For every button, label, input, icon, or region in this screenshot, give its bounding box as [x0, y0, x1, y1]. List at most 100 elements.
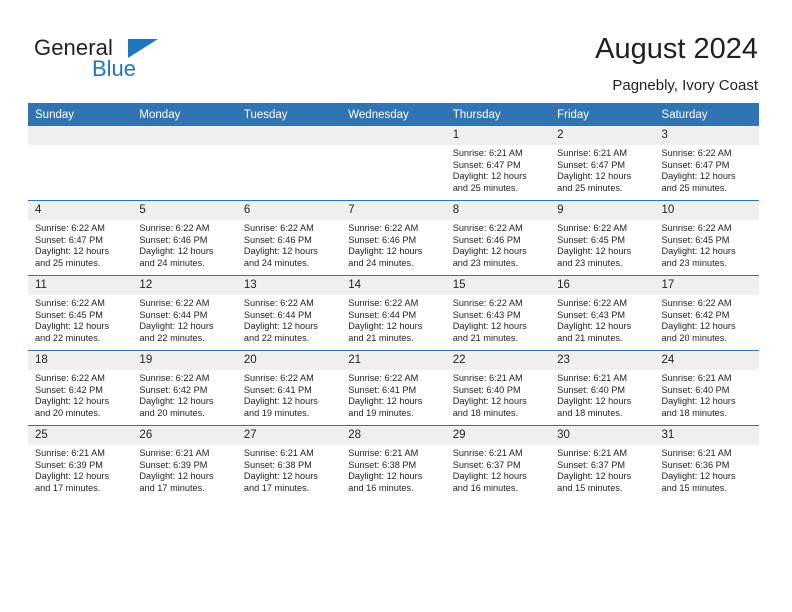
sunset-text: Sunset: 6:40 PM	[661, 384, 730, 395]
calendar-day-cell[interactable]: 26 Sunrise: 6:21 AM Sunset: 6:39 PM Dayligh…	[132, 425, 237, 500]
sunrise-text: Sunrise: 6:22 AM	[661, 298, 732, 308]
sunset-text: Sunset: 6:45 PM	[661, 234, 730, 245]
daylight-text-line1: Daylight: 12 hours	[661, 246, 736, 257]
calendar-day-cell[interactable]: 9 Sunrise: 6:22 AM Sunset: 6:45 PM Daylight…	[550, 200, 655, 276]
sunset-text: Sunset: 6:39 PM	[35, 459, 103, 470]
calendar-day-cell[interactable]: 19 Sunrise: 6:22 AM Sunset: 6:42 PM Dayligh…	[132, 350, 237, 426]
daylight-text-line1: Daylight: 12 hours	[348, 321, 423, 332]
day-sun-details: Sunrise: 6:21 AM Sunset: 6:37 PM Daylight:…	[550, 445, 654, 494]
calendar-day-cell[interactable]: 21 Sunrise: 6:22 AM Sunset: 6:41 PM Dayligh…	[341, 350, 446, 426]
day-number: 11	[28, 276, 133, 295]
daylight-text-line2: and 23 minutes.	[661, 257, 727, 268]
day-number: 9	[550, 201, 655, 220]
daylight-text-line2: and 20 minutes.	[661, 332, 727, 343]
sunset-text: Sunset: 6:42 PM	[139, 384, 208, 395]
day-sun-details: Sunrise: 6:21 AM Sunset: 6:40 PM Daylight:…	[550, 370, 654, 419]
calendar-day-cell[interactable]: 20 Sunrise: 6:22 AM Sunset: 6:41 PM Dayligh…	[236, 350, 342, 426]
day-number	[132, 126, 237, 145]
daylight-text-line1: Daylight: 12 hours	[139, 321, 214, 332]
calendar-day-cell[interactable]: 23 Sunrise: 6:21 AM Sunset: 6:40 PM Dayligh…	[550, 350, 655, 426]
daylight-text-line1: Daylight: 12 hours	[35, 321, 110, 332]
day-number: 16	[550, 276, 655, 295]
calendar-day-cell[interactable]: 12 Sunrise: 6:22 AM Sunset: 6:44 PM Dayligh…	[132, 275, 237, 351]
calendar-day-cell[interactable]: 4 Sunrise: 6:22 AM Sunset: 6:47 PM Daylight…	[28, 200, 133, 276]
calendar-day-cell[interactable]: 16 Sunrise: 6:22 AM Sunset: 6:43 PM Dayligh…	[550, 275, 655, 351]
calendar-day-cell[interactable]: 31 Sunrise: 6:21 AM Sunset: 6:36 PM Dayligh…	[654, 425, 759, 500]
sunset-text: Sunset: 6:45 PM	[557, 234, 626, 245]
sunset-text: Sunset: 6:43 PM	[452, 309, 521, 320]
day-number: 30	[550, 426, 655, 445]
sunset-text: Sunset: 6:41 PM	[348, 384, 417, 395]
calendar-day-cell[interactable]: 7 Sunrise: 6:22 AM Sunset: 6:46 PM Daylight…	[341, 200, 446, 276]
day-sun-details: Sunrise: 6:22 AM Sunset: 6:46 PM Daylight:…	[237, 220, 341, 269]
calendar-day-cell[interactable]: 25 Sunrise: 6:21 AM Sunset: 6:39 PM Dayligh…	[28, 425, 133, 500]
weekday-header-friday: Friday	[550, 103, 655, 126]
daylight-text-line2: and 19 minutes.	[243, 407, 310, 418]
daylight-text-line1: Daylight: 12 hours	[557, 396, 632, 407]
sunrise-text: Sunrise: 6:22 AM	[35, 373, 105, 383]
general-blue-logo[interactable]: General Blue	[34, 36, 234, 86]
day-sun-details: Sunrise: 6:22 AM Sunset: 6:47 PM Daylight:…	[28, 220, 132, 269]
calendar-day-cell[interactable]: 28 Sunrise: 6:21 AM Sunset: 6:38 PM Dayligh…	[341, 425, 446, 500]
day-sun-details: Sunrise: 6:22 AM Sunset: 6:41 PM Daylight:…	[237, 370, 341, 419]
calendar-day-cell[interactable]: 8 Sunrise: 6:22 AM Sunset: 6:46 PM Daylight…	[445, 200, 551, 276]
calendar-day-cell[interactable]: 2 Sunrise: 6:21 AM Sunset: 6:47 PM Daylight…	[550, 126, 655, 201]
calendar-day-cell[interactable]: 17 Sunrise: 6:22 AM Sunset: 6:42 PM Dayligh…	[654, 275, 759, 351]
calendar-body: 1 Sunrise: 6:21 AM Sunset: 6:47 PM Daylight…	[28, 126, 759, 500]
calendar-day-cell[interactable]: 29 Sunrise: 6:21 AM Sunset: 6:37 PM Dayligh…	[445, 425, 551, 500]
day-sun-details: Sunrise: 6:22 AM Sunset: 6:44 PM Daylight:…	[132, 295, 236, 344]
calendar-day-cell[interactable]: 10 Sunrise: 6:22 AM Sunset: 6:45 PM Dayligh…	[654, 200, 759, 276]
sunrise-text: Sunrise: 6:22 AM	[243, 298, 314, 308]
day-sun-details: Sunrise: 6:21 AM Sunset: 6:36 PM Daylight:…	[655, 445, 759, 494]
daylight-text-line2: and 22 minutes.	[35, 332, 101, 343]
weekday-header-saturday: Saturday	[654, 103, 759, 126]
day-sun-details: Sunrise: 6:21 AM Sunset: 6:39 PM Daylight:…	[28, 445, 132, 494]
calendar-day-cell[interactable]: 6 Sunrise: 6:22 AM Sunset: 6:46 PM Daylight…	[236, 200, 342, 276]
day-sun-details: Sunrise: 6:22 AM Sunset: 6:43 PM Daylight:…	[446, 295, 550, 344]
calendar-day-cell[interactable]: 27 Sunrise: 6:21 AM Sunset: 6:38 PM Dayligh…	[236, 425, 342, 500]
day-sun-details: Sunrise: 6:21 AM Sunset: 6:40 PM Daylight:…	[446, 370, 550, 419]
calendar-day-cell[interactable]: 5 Sunrise: 6:22 AM Sunset: 6:46 PM Daylight…	[132, 200, 237, 276]
day-sun-details: Sunrise: 6:22 AM Sunset: 6:42 PM Daylight:…	[655, 295, 759, 344]
sunrise-text: Sunrise: 6:21 AM	[452, 448, 523, 458]
page-subtitle-location: Pagnebly, Ivory Coast	[612, 77, 758, 94]
month-calendar-table: Sunday Monday Tuesday Wednesday Thursday Frid…	[28, 103, 759, 500]
sunrise-text: Sunrise: 6:22 AM	[557, 298, 628, 308]
daylight-text-line2: and 21 minutes.	[557, 332, 623, 343]
daylight-text-line1: Daylight: 12 hours	[557, 246, 632, 257]
sunset-text: Sunset: 6:37 PM	[557, 459, 626, 470]
calendar-day-cell[interactable]: 15 Sunrise: 6:22 AM Sunset: 6:43 PM Dayligh…	[445, 275, 551, 351]
daylight-text-line1: Daylight: 12 hours	[452, 321, 527, 332]
daylight-text-line2: and 25 minutes.	[661, 182, 727, 193]
calendar-day-cell[interactable]: 1 Sunrise: 6:21 AM Sunset: 6:47 PM Daylight…	[445, 126, 551, 201]
daylight-text-line1: Daylight: 12 hours	[348, 246, 423, 257]
calendar-day-cell[interactable]: 22 Sunrise: 6:21 AM Sunset: 6:40 PM Dayligh…	[445, 350, 551, 426]
daylight-text-line2: and 25 minutes.	[452, 182, 519, 193]
weekday-header-wednesday: Wednesday	[341, 103, 446, 126]
calendar-day-cell[interactable]: 14 Sunrise: 6:22 AM Sunset: 6:44 PM Dayligh…	[341, 275, 446, 351]
calendar-day-cell[interactable]: 13 Sunrise: 6:22 AM Sunset: 6:44 PM Dayligh…	[236, 275, 342, 351]
day-sun-details: Sunrise: 6:21 AM Sunset: 6:37 PM Daylight:…	[446, 445, 550, 494]
daylight-text-line1: Daylight: 12 hours	[35, 471, 110, 482]
calendar-day-cell[interactable]: 11 Sunrise: 6:22 AM Sunset: 6:45 PM Dayligh…	[28, 275, 133, 351]
daylight-text-line1: Daylight: 12 hours	[661, 471, 736, 482]
calendar-day-cell-empty	[132, 126, 237, 201]
daylight-text-line2: and 18 minutes.	[452, 407, 519, 418]
day-number	[236, 126, 342, 145]
sunset-text: Sunset: 6:44 PM	[243, 309, 312, 320]
sunset-text: Sunset: 6:41 PM	[243, 384, 312, 395]
sunrise-text: Sunrise: 6:21 AM	[557, 148, 628, 158]
day-number: 26	[132, 426, 237, 445]
calendar-day-cell[interactable]: 3 Sunrise: 6:22 AM Sunset: 6:47 PM Daylight…	[654, 126, 759, 201]
day-number: 20	[236, 351, 342, 370]
calendar-day-cell-empty	[236, 126, 342, 201]
calendar-day-cell[interactable]: 30 Sunrise: 6:21 AM Sunset: 6:37 PM Dayligh…	[550, 425, 655, 500]
sunset-text: Sunset: 6:46 PM	[452, 234, 521, 245]
calendar-day-cell[interactable]: 18 Sunrise: 6:22 AM Sunset: 6:42 PM Dayligh…	[28, 350, 133, 426]
day-sun-details: Sunrise: 6:21 AM Sunset: 6:38 PM Daylight:…	[237, 445, 341, 494]
day-sun-details: Sunrise: 6:22 AM Sunset: 6:46 PM Daylight:…	[446, 220, 550, 269]
daylight-text-line2: and 16 minutes.	[348, 482, 414, 493]
calendar-day-cell[interactable]: 24 Sunrise: 6:21 AM Sunset: 6:40 PM Dayligh…	[654, 350, 759, 426]
daylight-text-line2: and 18 minutes.	[661, 407, 727, 418]
daylight-text-line1: Daylight: 12 hours	[452, 171, 527, 182]
